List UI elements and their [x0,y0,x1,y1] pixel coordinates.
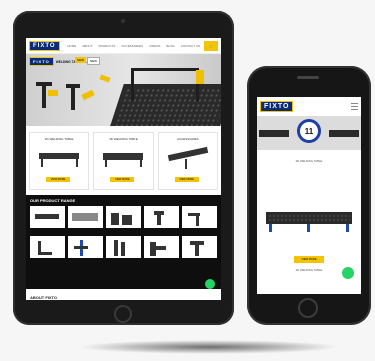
product-range-section: OUR PRODUCT RANGE [26,195,221,289]
range-item[interactable] [106,236,141,263]
accessory-image [167,146,208,162]
phone-hero: 11 [257,116,361,150]
device-shadow [78,340,340,354]
product-range-title: OUR PRODUCT RANGE [30,198,76,203]
range-item[interactable] [144,206,179,233]
welding-table-image [266,212,352,224]
view-more-button[interactable]: VIEW MORE [174,177,199,182]
product-caption: 2D WELDING TABLE [295,159,323,163]
product-cards: 2D WELDING TABLE VIEW MORE 3D WELDING TA… [26,126,221,195]
nav-link-videos[interactable]: VIDEOS [149,44,160,48]
product-card[interactable]: 2D WELDING TABLE VIEW MORE [29,132,90,190]
range-item[interactable] [182,236,217,263]
nav-link-blog[interactable]: BLOG [166,44,174,48]
nav-link-about[interactable]: ABOUT [82,44,92,48]
tablet-home-button[interactable] [114,305,132,323]
product-card[interactable]: 3D WELDING TABLE VIEW MORE [93,132,154,190]
table-image [259,130,289,137]
product-range-grid [30,206,217,263]
view-more-button[interactable]: VIEW MORE [110,177,135,182]
hero-new-badge: NEW [75,57,86,63]
range-item[interactable] [106,206,141,233]
nav-links: HOME ABOUT PRODUCTS ACCESSORIES VIDEOS B… [67,44,200,48]
table-image [39,153,79,159]
anniversary-badge: 11 [297,119,321,143]
hero-logo: FIXTO [29,57,54,66]
range-item[interactable] [144,236,179,263]
phone-navbar: FIXTO [257,97,361,116]
range-item[interactable] [68,206,103,233]
range-item[interactable] [30,206,65,233]
menu-icon[interactable] [351,103,358,110]
range-item[interactable] [68,236,103,263]
tablet-device: FIXTO HOME ABOUT PRODUCTS ACCESSORIES VI… [13,11,234,325]
nav-link-accessories[interactable]: ACCESSORIES [121,44,143,48]
product-title: 3D WELDING TABLE [109,137,138,141]
brand-logo[interactable]: FIXTO [260,101,294,112]
tablet-screen: FIXTO HOME ABOUT PRODUCTS ACCESSORIES VI… [26,38,221,300]
phone-speaker [297,76,319,79]
whatsapp-icon[interactable] [342,267,354,279]
phone-device: FIXTO 11 2D WELDING TABLE VIEW MORE 2D W… [247,66,371,325]
cart-icon[interactable]: 🛒 [204,40,218,51]
about-title: ABOUT FIXTO [30,295,58,300]
phone-home-button[interactable] [298,298,318,318]
brand-logo[interactable]: FIXTO [29,40,60,51]
nav-link-home[interactable]: HOME [67,44,76,48]
product-title: ACCESSORIES [176,137,199,141]
range-item[interactable] [30,236,65,263]
hero-banner: FIXTO WELDING TABLE CLAMPS NEW NEW [26,54,221,126]
whatsapp-icon[interactable] [205,279,215,289]
table-image [103,153,144,160]
range-item[interactable] [182,206,217,233]
phone-screen: FIXTO 11 2D WELDING TABLE VIEW MORE 2D W… [257,97,361,294]
about-section: ABOUT FIXTO [26,289,221,300]
tablet-camera [121,19,125,23]
tablet-navbar: FIXTO HOME ABOUT PRODUCTS ACCESSORIES VI… [26,38,221,54]
welding-frame-image [131,68,199,101]
nav-link-products[interactable]: PRODUCTS [99,44,116,48]
clamp-arm-image [196,70,204,84]
product-title: 2D WELDING TABLE [44,137,74,141]
hero-tag: NEW [87,57,100,65]
view-more-button[interactable]: VIEW MORE [46,177,70,182]
nav-link-contact[interactable]: CONTACT US [181,44,200,48]
view-more-button[interactable]: VIEW MORE [294,256,324,263]
product-card[interactable]: ACCESSORIES VIEW MORE [157,132,218,190]
table-image [329,130,359,137]
